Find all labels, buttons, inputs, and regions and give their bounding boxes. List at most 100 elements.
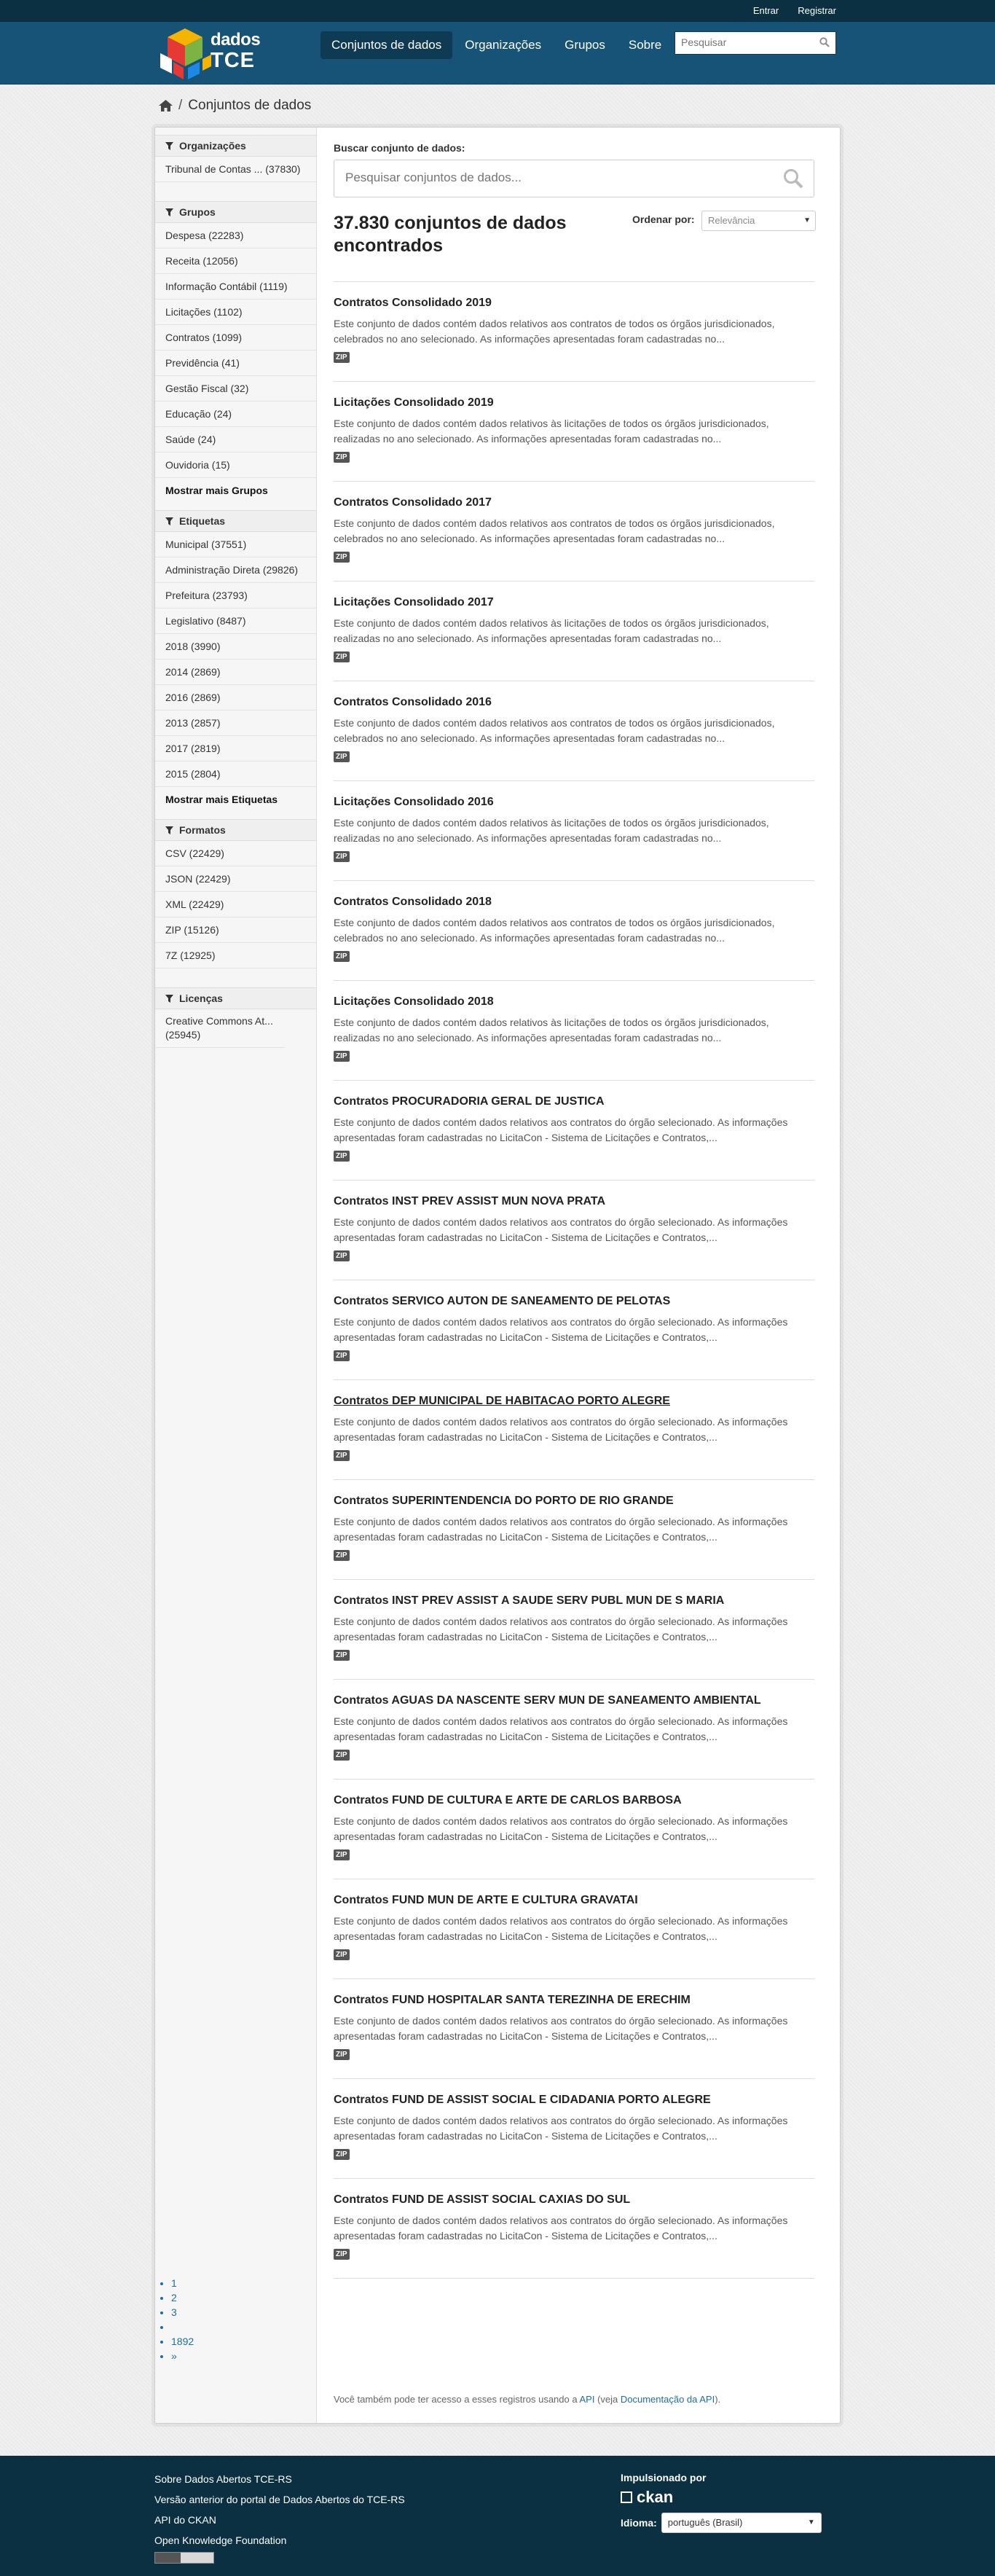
format-badge[interactable]: ZIP [334, 751, 350, 762]
breadcrumb-current[interactable]: Conjuntos de dados [188, 98, 311, 114]
language-select[interactable]: português (Brasil) ▼ [661, 2513, 822, 2533]
facet-item[interactable]: ZIP (15126) [155, 917, 316, 943]
format-badge[interactable]: ZIP [334, 1151, 350, 1162]
facet-item[interactable]: Municipal (37551) [155, 532, 316, 557]
dataset-title-link[interactable]: Contratos FUND DE CULTURA E ARTE DE CARL… [334, 1794, 682, 1807]
facet-item[interactable]: Receita (12056) [155, 248, 316, 274]
footer-link-previous-portal[interactable]: Versão anterior do portal de Dados Abert… [154, 2489, 405, 2510]
footer-link-ckan-api[interactable]: API do CKAN [154, 2510, 405, 2530]
format-badge[interactable]: ZIP [334, 2249, 350, 2260]
dataset-notes: Este conjunto de dados contém dados rela… [334, 517, 775, 544]
facet-item[interactable]: 2014 (2869) [155, 659, 316, 685]
nav-groups[interactable]: Grupos [554, 31, 616, 59]
facet-item[interactable]: Contratos (1099) [155, 325, 316, 351]
dataset-title-link[interactable]: Contratos SERVICO AUTON DE SANEAMENTO DE… [334, 1295, 670, 1308]
pagination-item[interactable]: 2 [171, 2290, 194, 2305]
facet-item[interactable]: 2015 (2804) [155, 762, 316, 787]
facet-item[interactable]: Previdência (41) [155, 351, 316, 376]
api-doc-link[interactable]: Documentação da API [621, 2394, 715, 2405]
dataset-title-link[interactable]: Licitações Consolidado 2019 [334, 396, 494, 410]
dataset-title-link[interactable]: Licitações Consolidado 2018 [334, 995, 494, 1009]
open-data-badge[interactable] [154, 2552, 214, 2564]
format-badge[interactable]: ZIP [334, 1650, 350, 1661]
facet-item[interactable]: 2013 (2857) [155, 710, 316, 736]
ckan-wordmark: ckan [637, 2488, 674, 2506]
dataset-title-link[interactable]: Contratos FUND MUN DE ARTE E CULTURA GRA… [334, 1894, 638, 1907]
dataset-title-link[interactable]: Contratos PROCURADORIA GERAL DE JUSTICA [334, 1095, 605, 1108]
search-icon[interactable] [819, 37, 830, 47]
dataset-title-link[interactable]: Contratos DEP MUNICIPAL DE HABITACAO POR… [334, 1395, 670, 1408]
ckan-logo[interactable]: ckan [621, 2488, 822, 2507]
facet-header: Licenças [155, 987, 316, 1009]
pagination-item[interactable]: 1892 [171, 2334, 194, 2349]
dataset-title-link[interactable]: Licitações Consolidado 2016 [334, 796, 494, 809]
facet-item[interactable]: Legislativo (8487) [155, 608, 316, 634]
dataset-title-link[interactable]: Contratos INST PREV ASSIST A SAUDE SERV … [334, 1594, 724, 1608]
dataset-title-link[interactable]: Contratos FUND DE ASSIST SOCIAL CAXIAS D… [334, 2193, 630, 2207]
format-badge[interactable]: ZIP [334, 452, 350, 463]
dataset-title-link[interactable]: Licitações Consolidado 2017 [334, 596, 494, 609]
search-icon[interactable] [783, 168, 803, 189]
facet-item[interactable]: XML (22429) [155, 892, 316, 917]
pagination-item[interactable]: 1 [171, 2276, 194, 2290]
facet-item[interactable]: CSV (22429) [155, 841, 316, 866]
site-search-input[interactable] [675, 32, 818, 52]
format-badge[interactable]: ZIP [334, 2049, 350, 2060]
dataset-title-link[interactable]: Contratos FUND DE ASSIST SOCIAL E CIDADA… [334, 2094, 711, 2107]
facet-item[interactable]: Despesa (22283) [155, 223, 316, 248]
facet-item[interactable]: Prefeitura (23793) [155, 583, 316, 608]
dataset-title-link[interactable]: Contratos Consolidado 2018 [334, 896, 492, 909]
home-icon[interactable] [159, 100, 173, 111]
pagination-item[interactable]: 3 [171, 2305, 194, 2319]
format-badge[interactable]: ZIP [334, 1450, 350, 1461]
footer-link-okfn[interactable]: Open Knowledge Foundation [154, 2530, 405, 2550]
format-badge[interactable]: ZIP [334, 1250, 350, 1261]
facet-item[interactable]: 2018 (3990) [155, 634, 316, 659]
nav-datasets[interactable]: Conjuntos de dados [320, 31, 453, 59]
format-badge[interactable]: ZIP [334, 651, 350, 662]
format-badge[interactable]: ZIP [334, 1550, 350, 1561]
facet-item[interactable]: Administração Direta (29826) [155, 557, 316, 583]
nav-organizations[interactable]: Organizações [454, 31, 552, 59]
facet-item[interactable]: 7Z (12925) [155, 943, 316, 968]
facet-item[interactable]: 2016 (2869) [155, 685, 316, 710]
show-more-groups-link[interactable]: Mostrar mais Grupos [155, 478, 316, 503]
format-badge[interactable]: ZIP [334, 951, 350, 962]
dataset-title-link[interactable]: Contratos INST PREV ASSIST MUN NOVA PRAT… [334, 1195, 605, 1208]
format-badge[interactable]: ZIP [334, 851, 350, 862]
facet-item[interactable]: Creative Commons At... (25945) [155, 1009, 285, 1048]
dataset-title-link[interactable]: Contratos FUND HOSPITALAR SANTA TEREZINH… [334, 1994, 691, 2007]
format-badge[interactable]: ZIP [334, 1750, 350, 1761]
facet-item[interactable]: Licitações (1102) [155, 300, 316, 325]
login-link[interactable]: Entrar [753, 0, 779, 22]
dataset-title-link[interactable]: Contratos SUPERINTENDENCIA DO PORTO DE R… [334, 1495, 674, 1508]
format-badge[interactable]: ZIP [334, 2149, 350, 2160]
facet-item[interactable]: Gestão Fiscal (32) [155, 376, 316, 402]
footer-link-about[interactable]: Sobre Dados Abertos TCE-RS [154, 2469, 405, 2489]
format-badge[interactable]: ZIP [334, 352, 350, 363]
facet-item[interactable]: Saúde (24) [155, 427, 316, 453]
dataset-title-link[interactable]: Contratos Consolidado 2017 [334, 496, 492, 509]
format-badge[interactable]: ZIP [334, 1949, 350, 1960]
show-more-tags-link[interactable]: Mostrar mais Etiquetas [155, 787, 316, 812]
nav-about[interactable]: Sobre [618, 31, 672, 59]
format-badge[interactable]: ZIP [334, 1051, 350, 1062]
site-logo[interactable]: dados TCE [159, 26, 275, 81]
facet-item[interactable]: Ouvidoria (15) [155, 453, 316, 478]
facet-item[interactable]: 2017 (2819) [155, 736, 316, 762]
facet-item[interactable]: Tribunal de Contas ... (37830) [155, 157, 316, 182]
format-badge[interactable]: ZIP [334, 552, 350, 563]
api-link[interactable]: API [579, 2394, 594, 2405]
dataset-title-link[interactable]: Contratos Consolidado 2019 [334, 297, 492, 310]
facet-item[interactable]: Educação (24) [155, 402, 316, 427]
dataset-title-link[interactable]: Contratos AGUAS DA NASCENTE SERV MUN DE … [334, 1694, 761, 1707]
facet-item[interactable]: Informação Contábil (1119) [155, 274, 316, 300]
register-link[interactable]: Registrar [798, 0, 836, 22]
facet-item[interactable]: JSON (22429) [155, 866, 316, 892]
pagination-item[interactable]: » [171, 2349, 194, 2363]
order-select[interactable]: Relevância ▼ [701, 211, 816, 231]
dataset-title-link[interactable]: Contratos Consolidado 2016 [334, 696, 492, 709]
format-badge[interactable]: ZIP [334, 1849, 350, 1860]
dataset-search-input[interactable] [334, 160, 779, 195]
format-badge[interactable]: ZIP [334, 1350, 350, 1361]
